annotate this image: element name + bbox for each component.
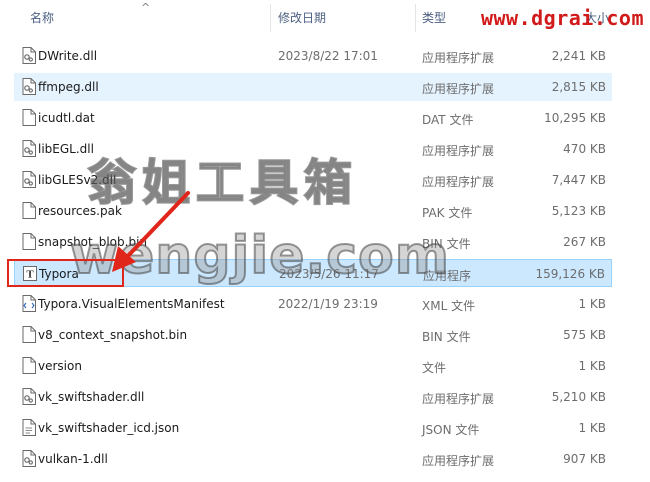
file-icon [22,202,36,219]
file-row[interactable]: icudtl.dat DAT 文件 10,295 KB [14,104,612,132]
file-type: BIN 文件 [422,330,471,344]
file-size: 1 KB [578,359,606,373]
column-type-header[interactable]: 类型 [422,9,446,26]
file-type: 应用程序 [423,269,472,283]
file-size: 907 KB [563,452,606,466]
column-divider[interactable] [415,4,416,32]
dll-icon [22,388,36,405]
json-icon [22,419,36,436]
file-type: XML 文件 [422,299,476,313]
file-icon [22,357,36,374]
xml-icon [22,295,36,312]
file-type: JSON 文件 [422,423,480,437]
file-name: version [38,359,82,373]
file-type: PAK 文件 [422,206,473,220]
file-row[interactable]: Typora.VisualElementsManifest 2022/1/19 2… [14,290,612,318]
file-row[interactable]: vk_swiftshader.dll 应用程序扩展 5,210 KB [14,383,612,411]
file-type: 应用程序扩展 [422,175,495,189]
column-header: ^ 名称 修改日期 类型 大小 www.dgrai.com [0,0,650,32]
file-icon [22,233,36,250]
file-row[interactable]: snapshot_blob.bin BIN 文件 267 KB [14,228,612,256]
dll-icon [22,140,36,157]
file-name: Typora.VisualElementsManifest [38,297,225,311]
file-row[interactable]: version 文件 1 KB [14,352,612,380]
file-name: libGLESv2.dll [38,173,117,187]
file-name: vk_swiftshader.dll [38,390,145,404]
file-row[interactable]: ffmpeg.dll 应用程序扩展 2,815 KB [14,73,612,101]
column-date-header[interactable]: 修改日期 [278,9,326,26]
file-type: 应用程序扩展 [422,82,495,96]
file-type: 文件 [422,361,447,375]
file-row[interactable]: vulkan-1.dll 应用程序扩展 907 KB [14,445,612,473]
file-name: Typora [39,267,79,281]
file-type: 应用程序扩展 [422,454,495,468]
dll-icon [22,450,36,467]
file-type: DAT 文件 [422,113,474,127]
file-size: 575 KB [563,328,606,342]
file-name: ffmpeg.dll [38,80,99,94]
file-date: 2023/8/22 17:01 [278,49,378,63]
file-icon [22,326,36,343]
file-row[interactable]: v8_context_snapshot.bin BIN 文件 575 KB [14,321,612,349]
file-size: 10,295 KB [544,111,606,125]
file-date: 2022/1/19 23:19 [278,297,378,311]
file-name: libEGL.dll [38,142,94,156]
file-size: 5,210 KB [551,390,606,404]
file-name: vulkan-1.dll [38,452,108,466]
dll-icon [22,171,36,188]
file-size: 159,126 KB [535,267,605,281]
file-name: vk_swiftshader_icd.json [38,421,180,435]
file-size: 7,447 KB [551,173,606,187]
file-name: v8_context_snapshot.bin [38,328,188,342]
sort-ascending-icon: ^ [141,1,151,14]
file-row[interactable]: resources.pak PAK 文件 5,123 KB [14,197,612,225]
file-size: 2,241 KB [551,49,606,63]
file-type: BIN 文件 [422,237,471,251]
file-size: 267 KB [563,235,606,249]
file-type: 应用程序扩展 [422,51,495,65]
file-name: snapshot_blob.bin [38,235,148,249]
file-size: 2,815 KB [551,80,606,94]
file-name: resources.pak [38,204,122,218]
typora-icon: T [23,265,37,282]
column-divider[interactable] [270,4,271,32]
file-name: icudtl.dat [38,111,95,125]
file-icon [22,109,36,126]
file-size: 470 KB [563,142,606,156]
file-type: 应用程序扩展 [422,392,495,406]
file-name: DWrite.dll [38,49,98,63]
column-name-header[interactable]: 名称 [30,9,54,26]
svg-text:T: T [26,269,34,281]
file-size: 1 KB [578,297,606,311]
file-row[interactable]: vk_swiftshader_icd.json JSON 文件 1 KB [14,414,612,442]
file-row[interactable]: libEGL.dll 应用程序扩展 470 KB [14,135,612,163]
dll-icon [22,78,36,95]
file-row[interactable]: T Typora 2023/5/26 11:17 应用程序 159,126 KB [14,259,612,287]
site-watermark: www.dgrai.com [480,6,644,30]
dll-icon [22,47,36,64]
file-date: 2023/5/26 11:17 [279,267,379,281]
file-size: 1 KB [578,421,606,435]
file-row[interactable]: DWrite.dll 2023/8/22 17:01 应用程序扩展 2,241 KB [14,42,612,70]
file-row[interactable]: libGLESv2.dll 应用程序扩展 7,447 KB [14,166,612,194]
file-type: 应用程序扩展 [422,144,495,158]
file-size: 5,123 KB [551,204,606,218]
